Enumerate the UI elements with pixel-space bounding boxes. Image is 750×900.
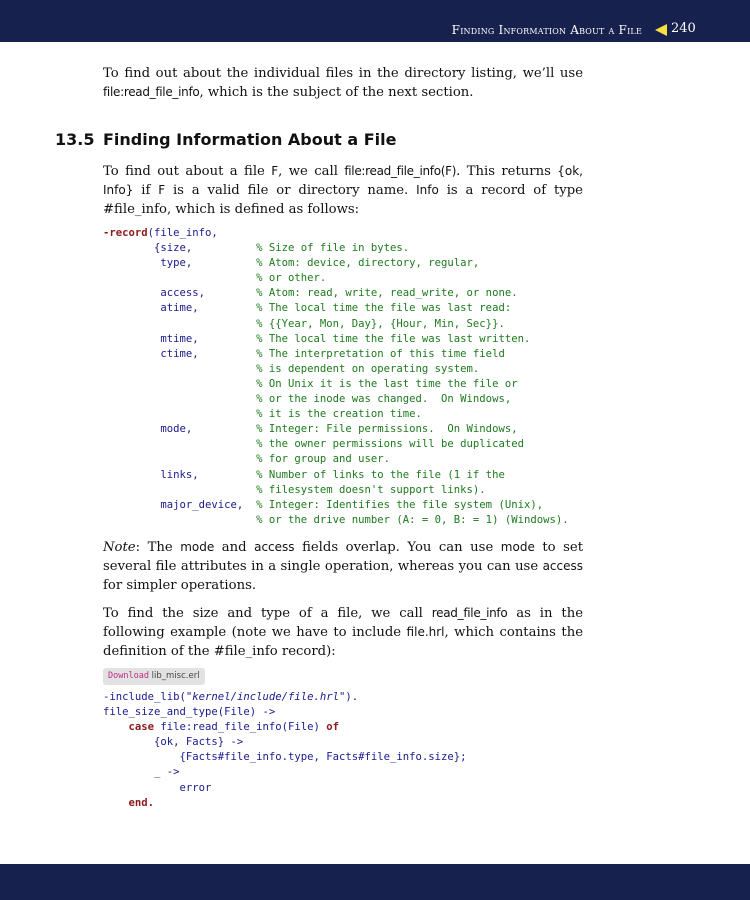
section-number: 13.5 bbox=[55, 130, 95, 149]
record-field bbox=[103, 272, 256, 284]
record-field: atime, bbox=[103, 302, 257, 315]
example-code: -include_lib("kernel/include/file.hrl").… bbox=[103, 691, 467, 809]
record-field: ctime, bbox=[103, 347, 257, 360]
record-field-comment: % Size of file in bytes. bbox=[256, 242, 410, 255]
record-field bbox=[103, 514, 256, 526]
record-field-comment: % or the drive number (A: = 0, B: = 1) (… bbox=[256, 513, 569, 526]
record-field: access, bbox=[103, 287, 257, 300]
intro-paragraph: To find out about the individual files i… bbox=[103, 66, 583, 100]
record-field: links, bbox=[103, 468, 257, 481]
record-field-comment: % Integer: File permissions. On Windows, bbox=[256, 423, 518, 436]
example-intro-paragraph: To find the size and type of a file, we … bbox=[103, 606, 584, 659]
note-paragraph: Note: The mode and access fields overlap… bbox=[103, 540, 584, 593]
record-field bbox=[103, 484, 256, 496]
record-field bbox=[103, 378, 256, 390]
record-field-comment: % Integer: Identifies the file system (U… bbox=[256, 498, 544, 511]
record-field bbox=[103, 318, 256, 330]
previous-page-arrow-icon[interactable] bbox=[655, 24, 667, 36]
record-field: {size, bbox=[103, 242, 257, 255]
record-field-comment: % On Unix it is the last time the file o… bbox=[256, 377, 518, 390]
page-header-bar: Finding Information About a File 240 bbox=[0, 0, 750, 42]
record-field-comment: % Number of links to the file (1 if the bbox=[256, 468, 505, 481]
record-field bbox=[103, 393, 256, 405]
page-number: 240 bbox=[671, 21, 696, 36]
record-field-comment: % The interpretation of this time field bbox=[256, 347, 505, 360]
record-field: mtime, bbox=[103, 332, 257, 345]
download-link[interactable]: Download lib_misc.erl bbox=[103, 668, 205, 685]
record-field-comment: % or other. bbox=[256, 272, 327, 285]
record-field bbox=[103, 363, 256, 375]
record-field-comment: % the owner permissions will be duplicat… bbox=[256, 438, 524, 451]
record-field: mode, bbox=[103, 423, 257, 436]
record-field: major_device, bbox=[103, 498, 257, 511]
record-field bbox=[103, 408, 256, 420]
download-filename: lib_misc.erl bbox=[151, 671, 200, 681]
download-label: Download bbox=[108, 671, 149, 681]
record-field-comment: % it is the creation time. bbox=[256, 408, 422, 421]
record-field-comment: % Atom: device, directory, regular, bbox=[256, 257, 480, 270]
record-field-comment: % The local time the file was last read: bbox=[256, 302, 512, 315]
record-field-comment: % or the inode was changed. On Windows, bbox=[256, 393, 512, 406]
record-field-comment: % The local time the file was last writt… bbox=[256, 332, 531, 345]
record-definition-code: -record(file_info, {size, % Size of file… bbox=[103, 227, 569, 526]
record-field-comment: % is dependent on operating system. bbox=[256, 362, 480, 375]
page-footer-bar bbox=[0, 864, 750, 900]
record-field bbox=[103, 438, 256, 450]
record-field-comment: % Atom: read, write, read_write, or none… bbox=[256, 287, 518, 300]
running-title: Finding Information About a File bbox=[451, 23, 642, 37]
note-label: Note bbox=[103, 540, 136, 555]
section-title: Finding Information About a File bbox=[103, 130, 397, 149]
record-field-comment: % for group and user. bbox=[256, 453, 391, 466]
record-field: type, bbox=[103, 257, 257, 270]
record-field-comment: % {{Year, Mon, Day}, {Hour, Min, Sec}}. bbox=[256, 317, 505, 330]
record-field bbox=[103, 453, 256, 465]
description-paragraph: To find out about a file F, we call file… bbox=[103, 164, 583, 217]
inline-code: file:read_file_info bbox=[103, 85, 200, 99]
record-field-comment: % filesystem doesn't support links). bbox=[256, 483, 486, 496]
